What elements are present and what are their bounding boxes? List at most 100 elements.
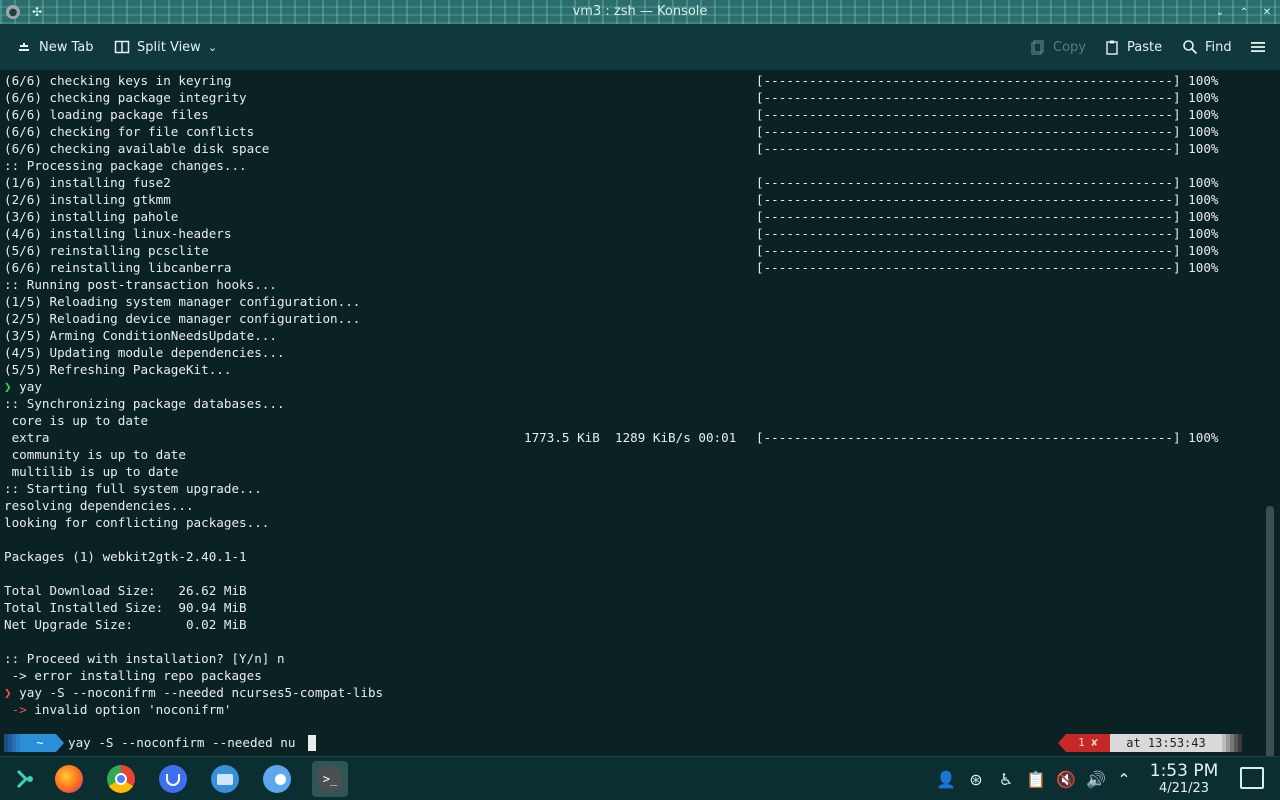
terminal-line-text: Packages (1) webkit2gtk-2.40.1-1 <box>4 549 247 564</box>
close-icon[interactable]: ✕ <box>1260 5 1274 19</box>
terminal-line: (3/6) installing pahole [----------------… <box>4 208 1219 225</box>
terminal-line: -> error installing repo packages <box>4 667 262 684</box>
paste-button[interactable]: Paste <box>1104 36 1162 58</box>
window-title: vm3 : zsh — Konsole <box>572 4 708 19</box>
terminal-line: ❯ yay <box>4 378 42 395</box>
terminal-line-text: (1/6) installing fuse2 <box>4 175 171 190</box>
prompt-line[interactable]: ~ yay -S --noconfirm --needed nu 1 ✘ at … <box>0 734 1280 752</box>
terminal-line: core is up to date <box>4 412 148 429</box>
progress-bar-text: [---------------------------------------… <box>756 73 1219 88</box>
terminal-line: Total Installed Size: 90.94 MiB <box>4 599 247 616</box>
terminal-line-text: (4/6) installing linux-headers <box>4 226 232 241</box>
terminal-line-text: invalid option 'noconifrm' <box>26 702 232 717</box>
copy-button[interactable]: Copy <box>1030 36 1086 58</box>
terminal-line: multilib is up to date <box>4 463 179 480</box>
hamburger-menu-button[interactable] <box>1250 36 1266 58</box>
terminal-line: :: Running post-transaction hooks... <box>4 276 277 293</box>
mic-muted-icon[interactable]: 🔇 <box>1056 769 1076 789</box>
terminal-line-text: Total Installed Size: 90.94 MiB <box>4 600 247 615</box>
maximize-icon[interactable]: ⌃ <box>1237 5 1251 19</box>
terminal-line-text: :: Proceed with installation? [Y/n] n <box>4 651 285 666</box>
terminal-line-text: yay -S --noconifrm --needed ncurses5-com… <box>11 685 384 700</box>
show-desktop-button[interactable] <box>1240 767 1264 789</box>
terminal-line-text: (6/6) checking keys in keyring <box>4 73 232 88</box>
new-tab-button[interactable]: New Tab <box>16 36 94 58</box>
bitwarden-icon[interactable] <box>159 765 187 793</box>
progress-bar-text: [---------------------------------------… <box>756 141 1219 156</box>
terminal-line: (1/6) installing fuse2 [-----------------… <box>4 174 1219 191</box>
progress-bar-text: [---------------------------------------… <box>756 226 1219 241</box>
terminal-line: Net Upgrade Size: 0.02 MiB <box>4 616 247 633</box>
split-view-label: Split View <box>137 39 201 55</box>
user-icon[interactable]: 👤 <box>936 769 956 789</box>
split-view-button[interactable]: Split View ⌄ <box>114 36 217 58</box>
progress-bar-text: [---------------------------------------… <box>756 209 1219 224</box>
terminal-line-text: (6/6) checking for file conflicts <box>4 124 255 139</box>
terminal-line-text: (3/5) Arming ConditionNeedsUpdate... <box>4 328 277 343</box>
terminal-line: extra 1773.5 KiB 1289 KiB/s 00:01 [-------… <box>4 429 1219 446</box>
clipboard-icon[interactable]: 📋 <box>1026 769 1046 789</box>
clock-time[interactable]: 1:53 PM <box>1148 761 1220 781</box>
konsole-taskbar-item[interactable]: >_ <box>312 761 348 797</box>
terminal-line: (6/6) checking package integrity [-------… <box>4 89 1219 106</box>
terminal-line: ❯ yay -S --noconifrm --needed ncurses5-c… <box>4 684 383 701</box>
copy-label: Copy <box>1053 39 1086 55</box>
terminal-line: :: Synchronizing package databases... <box>4 395 285 412</box>
terminal-line-text: (5/6) reinstalling pcsclite <box>4 243 209 258</box>
search-icon <box>1183 40 1198 55</box>
terminal-line-text: Net Upgrade Size: 0.02 MiB <box>4 617 247 632</box>
window-titlebar[interactable]: ● ✣ vm3 : zsh — Konsole ⌄ ⌃ ✕ <box>0 0 1280 24</box>
terminal-line: (4/5) Updating module dependencies... <box>4 344 285 361</box>
find-button[interactable]: Find <box>1182 36 1232 58</box>
split-view-icon <box>114 40 130 54</box>
find-label: Find <box>1205 39 1232 55</box>
firefox-icon[interactable] <box>55 765 83 793</box>
terminal-line-text: (3/6) installing pahole <box>4 209 179 224</box>
command-input[interactable]: yay -S --noconfirm --needed nu <box>68 734 295 752</box>
clock-date[interactable]: 4/21/23 <box>1148 781 1220 796</box>
terminal-line-text: :: Processing package changes... <box>4 158 247 173</box>
terminal-line-text: extra <box>4 430 50 445</box>
progress-bar-text: [---------------------------------------… <box>756 124 1219 139</box>
terminal-line: :: Starting full system upgrade... <box>4 480 262 497</box>
download-stats: 1773.5 KiB 1289 KiB/s 00:01 <box>524 430 737 445</box>
update-icon[interactable]: ⊛ <box>966 769 986 789</box>
text-cursor <box>308 735 316 751</box>
terminal-line: (6/6) checking for file conflicts [------… <box>4 123 1219 140</box>
terminal-line-text: (2/5) Reloading device manager configura… <box>4 311 361 326</box>
terminal-line: (6/6) loading package files [------------… <box>4 106 1219 123</box>
terminal-line: :: Proceed with installation? [Y/n] n <box>4 650 285 667</box>
accessibility-icon[interactable]: ♿ <box>996 769 1016 789</box>
terminal-line: (2/6) installing gtkmm [-----------------… <box>4 191 1219 208</box>
progress-bar-text: [---------------------------------------… <box>756 430 1219 445</box>
terminal-line-text: yay <box>11 379 42 394</box>
files-icon[interactable] <box>211 765 239 793</box>
prompt-right-fade <box>1222 734 1242 752</box>
terminal-line-text: core is up to date <box>4 413 149 428</box>
progress-bar-text: [---------------------------------------… <box>756 175 1219 190</box>
progress-bar-text: [---------------------------------------… <box>756 243 1219 258</box>
terminal-line: resolving dependencies... <box>4 497 194 514</box>
prompt-symbol: ❯ <box>4 685 12 700</box>
terminal-line: (5/5) Refreshing PackageKit... <box>4 361 231 378</box>
terminal-output[interactable]: (6/6) checking keys in keyring [---------… <box>0 70 1280 800</box>
terminal-line-text: Total Download Size: 26.62 MiB <box>4 583 247 598</box>
chevron-up-icon[interactable]: ⌃ <box>1114 769 1134 789</box>
volume-icon[interactable]: 🔊 <box>1086 769 1106 789</box>
settings-toggle-icon[interactable] <box>263 765 291 793</box>
exit-status-badge: 1 ✘ <box>1066 734 1110 752</box>
copy-icon <box>1031 40 1044 55</box>
terminal-line-text: :: Starting full system upgrade... <box>4 481 262 496</box>
terminal-line: -> invalid option 'noconifrm' <box>4 701 232 718</box>
prompt-arrow-icon <box>56 734 64 752</box>
terminal-line: (4/6) installing linux-headers [---------… <box>4 225 1219 242</box>
new-tab-icon <box>19 43 29 51</box>
terminal-line: (6/6) checking available disk space [----… <box>4 140 1219 157</box>
terminal-line-text: (6/6) checking available disk space <box>4 141 270 156</box>
minimize-icon[interactable]: ⌄ <box>1213 5 1227 19</box>
terminal-line: Packages (1) webkit2gtk-2.40.1-1 <box>4 548 247 565</box>
progress-bar-text: [---------------------------------------… <box>756 90 1219 105</box>
konsole-toolbar: New Tab Split View ⌄ Copy Paste Find <box>0 24 1280 70</box>
chrome-icon[interactable] <box>107 765 135 793</box>
app-launcher-icon[interactable] <box>10 765 38 793</box>
